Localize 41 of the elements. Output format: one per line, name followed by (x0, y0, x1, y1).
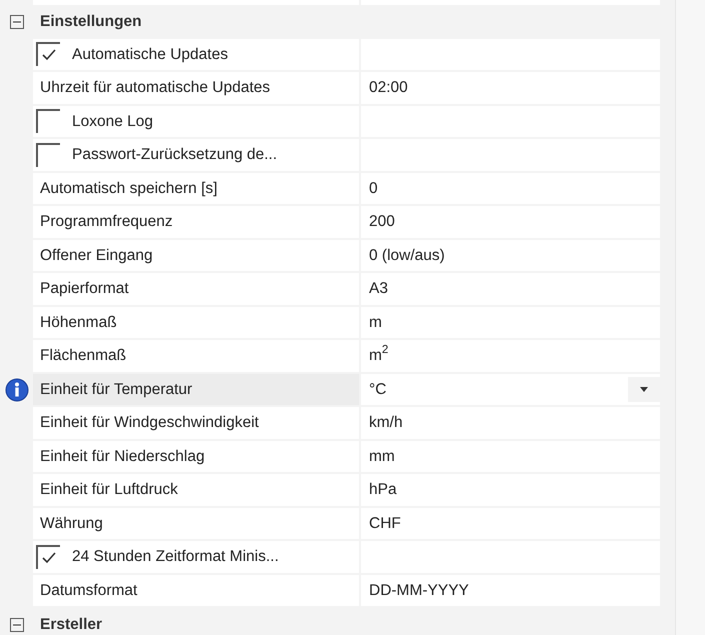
check-icon (42, 552, 56, 564)
checkbox[interactable] (36, 42, 60, 66)
checkbox[interactable] (36, 544, 60, 569)
property-value[interactable]: °C (369, 378, 386, 401)
property-label[interactable]: Höhenmaß (33, 306, 359, 340)
property-label[interactable]: Uhrzeit für automatische Updates (33, 72, 359, 106)
property-value[interactable]: CHF (361, 508, 660, 541)
property-label[interactable]: Papierformat (33, 273, 359, 306)
property-value[interactable]: m$^{2}$ (361, 340, 660, 374)
property-label[interactable]: Offener Eingang (33, 240, 359, 273)
property-value[interactable]: hPa (361, 474, 660, 508)
property-label[interactable]: Automatisch speichern [s] (33, 172, 359, 206)
collapse-icon[interactable] (10, 14, 24, 29)
category-title: Einstellungen (39, 12, 142, 32)
property-value[interactable]: 02:00 (361, 72, 660, 106)
checkbox[interactable] (36, 109, 60, 134)
dropdown-field[interactable]: °C (361, 374, 660, 407)
property-label[interactable]: Währung (33, 508, 359, 541)
property-value[interactable]: m (361, 306, 660, 340)
property-label[interactable]: Einheit für Windgeschwindigkeit (33, 407, 359, 440)
property-label[interactable]: Programmfrequenz (33, 206, 359, 240)
property-label[interactable]: Datumsformat (33, 574, 359, 608)
checkbox[interactable] (36, 142, 60, 167)
property-value[interactable]: 0 (low/aus) (361, 240, 660, 273)
property-value[interactable]: 0 (361, 172, 660, 206)
property-label[interactable]: Einheit für Temperatur (33, 374, 359, 407)
property-value[interactable]: 200 (361, 206, 660, 240)
property-label[interactable]: Flächenmaß (33, 340, 359, 374)
property-value[interactable]: mm (361, 440, 660, 474)
check-icon (42, 49, 56, 62)
property-value[interactable]: A3 (361, 273, 660, 306)
property-value[interactable]: DD-MM-YYYY (361, 574, 660, 608)
category-title: Ersteller (39, 615, 102, 635)
property-label[interactable]: Einheit für Luftdruck (33, 474, 359, 508)
property-value[interactable]: km/h (361, 407, 660, 440)
property-label[interactable]: Einheit für Niederschlag (33, 440, 359, 474)
dropdown-button[interactable] (628, 376, 660, 402)
property-label[interactable]: Loxone Log (72, 110, 154, 133)
collapse-icon[interactable] (10, 618, 24, 632)
info-icon (4, 378, 28, 402)
caret-icon (640, 386, 648, 392)
